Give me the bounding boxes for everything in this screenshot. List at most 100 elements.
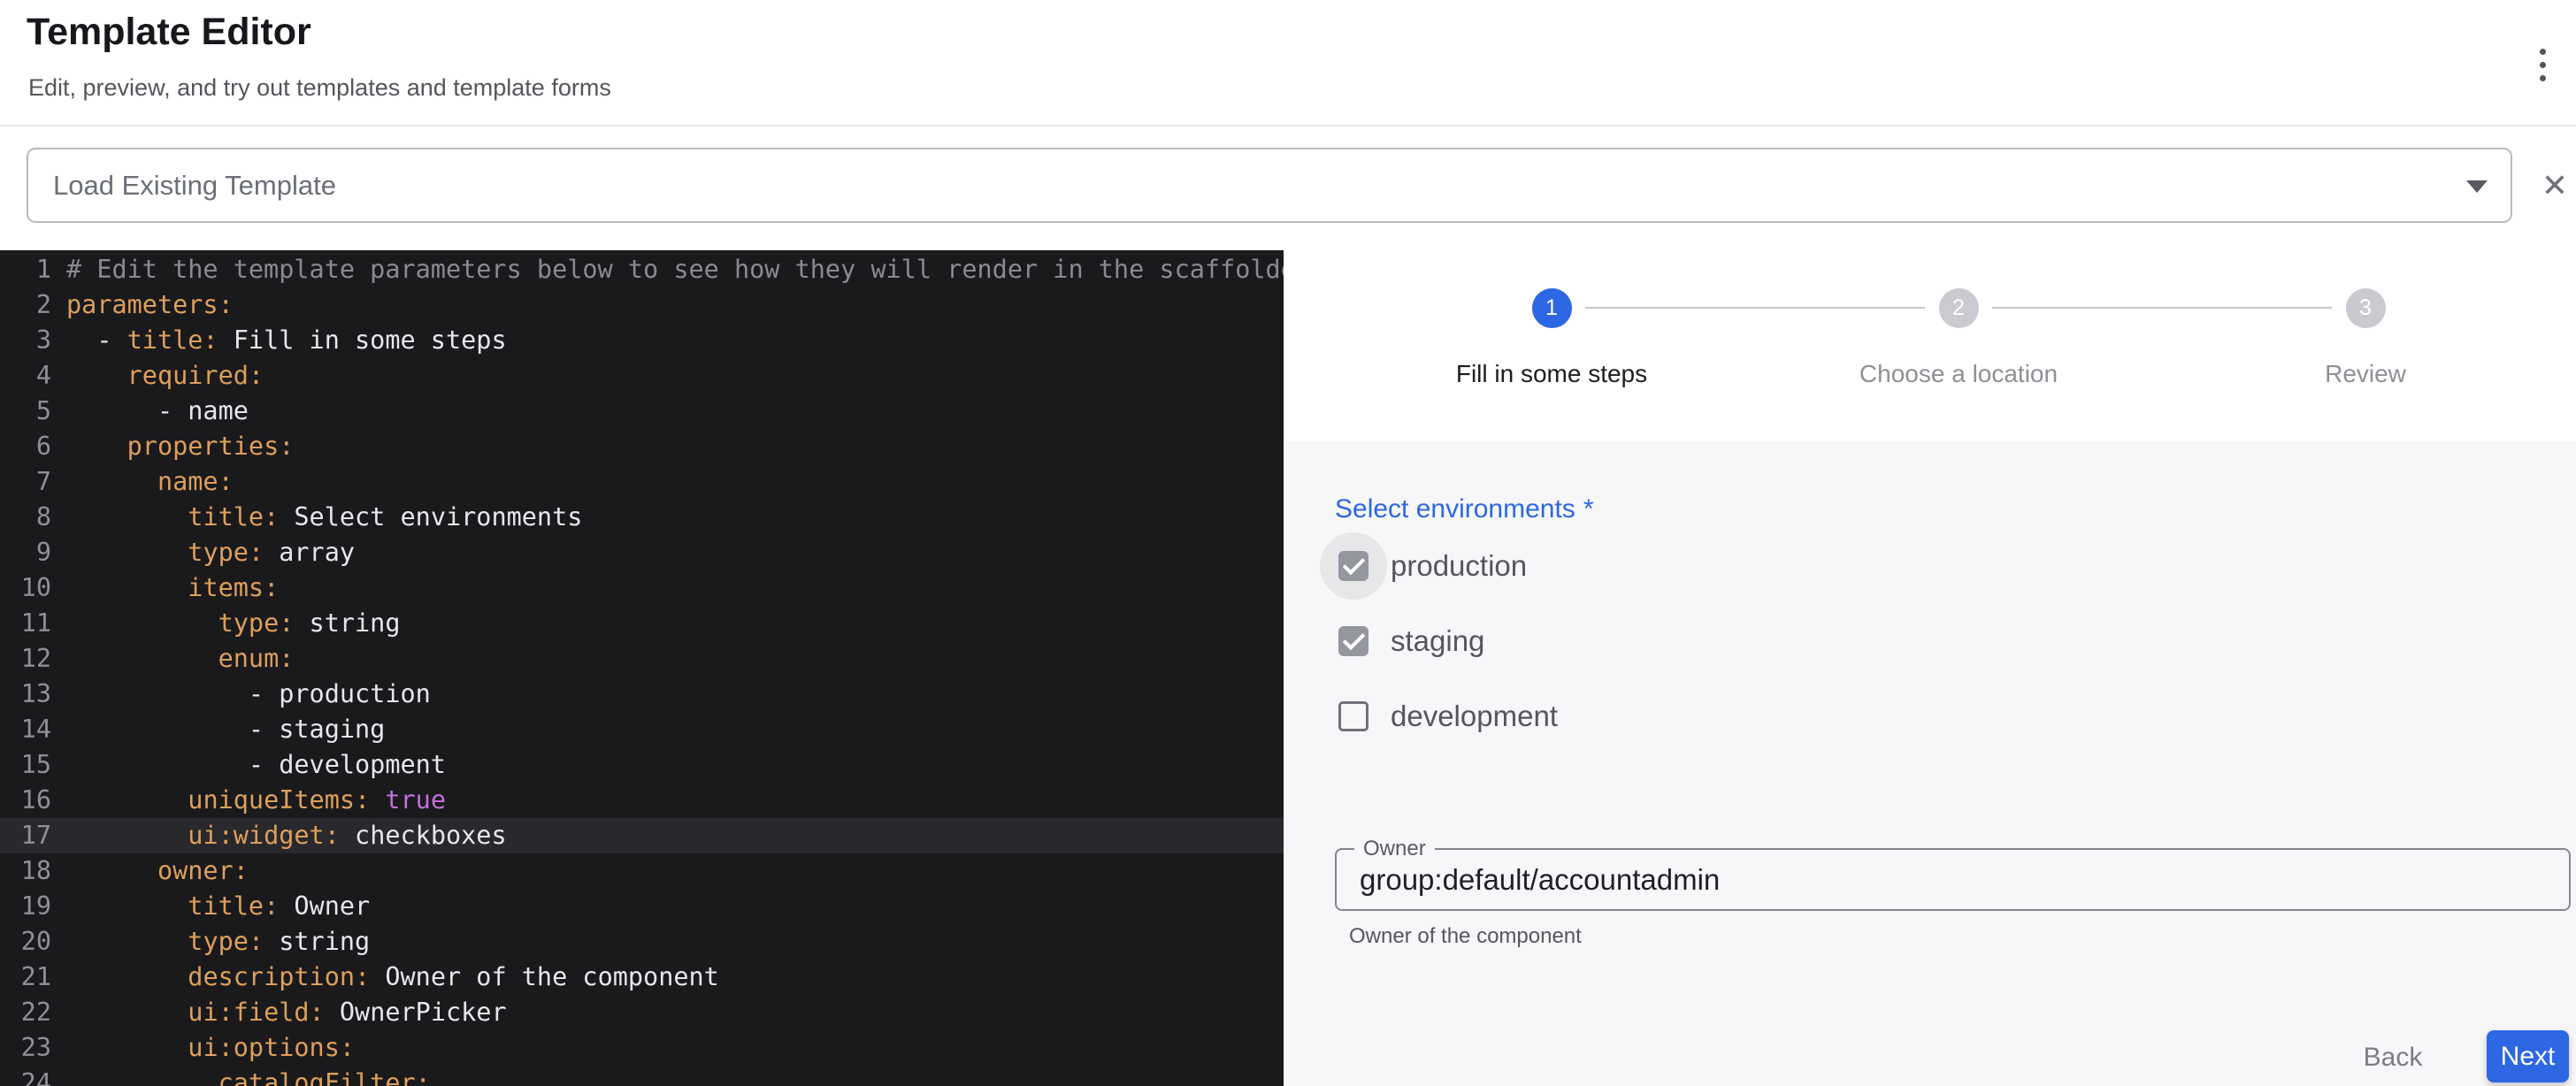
code-line-text: type: array xyxy=(66,535,355,570)
checkbox-checked-icon[interactable] xyxy=(1320,532,1387,600)
owner-input[interactable]: Owner group:default/accountadmin xyxy=(1335,848,2571,911)
checkbox-option-development[interactable]: development xyxy=(1320,683,1558,750)
step-label: Choose a location xyxy=(1755,360,2162,388)
code-line-text: ui:options: xyxy=(66,1030,355,1066)
line-number: 6 xyxy=(0,429,51,464)
checkbox-label: staging xyxy=(1391,624,1484,658)
line-number: 8 xyxy=(0,500,51,535)
load-template-placeholder: Load Existing Template xyxy=(53,170,336,202)
step-indicator-icon: 2 xyxy=(1939,288,1979,328)
step-3: 3 Review xyxy=(2162,288,2569,388)
code-line-text: properties: xyxy=(66,429,294,464)
checkbox-option-staging[interactable]: staging xyxy=(1320,608,1484,675)
header-divider xyxy=(0,125,2576,126)
code-line-text: items: xyxy=(66,570,279,606)
code-editor[interactable]: 1# Edit the template parameters below to… xyxy=(0,250,1284,1086)
code-line: 18 owner: xyxy=(0,853,1284,889)
code-line-text: name: xyxy=(66,464,234,500)
code-line: 16 uniqueItems: true xyxy=(0,783,1284,818)
line-number: 20 xyxy=(0,924,51,960)
next-button[interactable]: Next xyxy=(2487,1030,2569,1082)
code-line: 6 properties: xyxy=(0,429,1284,464)
kebab-dot xyxy=(2540,75,2546,81)
code-line-text: ui:field: OwnerPicker xyxy=(66,995,507,1030)
dropdown-caret-icon xyxy=(2466,180,2488,193)
kebab-menu-icon[interactable] xyxy=(2521,37,2564,92)
line-number: 15 xyxy=(0,747,51,783)
template-form: Select environments* production staging de… xyxy=(1284,441,2576,1086)
step-1: 1Fill in some steps xyxy=(1348,288,1755,388)
code-line-text: uniqueItems: true xyxy=(66,783,446,818)
line-number: 14 xyxy=(0,712,51,747)
code-line-text: enum: xyxy=(66,641,294,677)
line-number: 11 xyxy=(0,606,51,641)
owner-field-label: Owner xyxy=(1354,837,1435,861)
code-line-text: required: xyxy=(66,358,264,394)
checkbox[interactable] xyxy=(1338,701,1368,731)
line-number: 7 xyxy=(0,464,51,500)
code-line-text: title: Owner xyxy=(66,889,370,924)
code-line-text: catalogFilter: xyxy=(66,1066,431,1086)
code-line: 20 type: string xyxy=(0,924,1284,960)
close-icon[interactable]: ✕ xyxy=(2532,157,2576,214)
line-number: 1 xyxy=(0,252,51,287)
load-existing-template-select[interactable]: Load Existing Template xyxy=(27,148,2512,223)
environments-label-text: Select environments xyxy=(1335,494,1576,524)
step-label: Review xyxy=(2162,360,2569,388)
line-number: 12 xyxy=(0,641,51,677)
code-line-text: - development xyxy=(66,747,446,783)
line-number: 2 xyxy=(0,287,51,323)
owner-field-value: group:default/accountadmin xyxy=(1337,850,2569,909)
line-number: 19 xyxy=(0,889,51,924)
checkbox-checked-icon[interactable] xyxy=(1320,608,1387,675)
checkbox-option-production[interactable]: production xyxy=(1320,532,1527,600)
code-line-text: owner: xyxy=(66,853,249,889)
code-line: 23 ui:options: xyxy=(0,1030,1284,1066)
preview-pane: 1Fill in some steps 2 Choose a location 3 Re… xyxy=(1284,250,2576,1086)
line-number: 23 xyxy=(0,1030,51,1066)
code-line: 14 - staging xyxy=(0,712,1284,747)
owner-helper-text: Owner of the component xyxy=(1349,924,1582,949)
checkbox[interactable] xyxy=(1338,626,1368,656)
line-number: 22 xyxy=(0,995,51,1030)
step-indicator-icon: 3 xyxy=(2346,288,2386,328)
line-number: 24 xyxy=(0,1066,51,1086)
code-line: 13 - production xyxy=(0,677,1284,712)
page-title: Template Editor xyxy=(27,11,311,54)
line-number: 13 xyxy=(0,677,51,712)
checkbox-unchecked-icon[interactable] xyxy=(1320,683,1387,750)
line-number: 3 xyxy=(0,323,51,358)
line-number: 16 xyxy=(0,783,51,818)
code-line: 9 type: array xyxy=(0,535,1284,570)
code-line: 7 name: xyxy=(0,464,1284,500)
code-line: 15 - development xyxy=(0,747,1284,783)
code-line: 17 ui:widget: checkboxes xyxy=(0,818,1284,853)
kebab-dot xyxy=(2540,62,2546,68)
checkbox[interactable] xyxy=(1338,551,1368,581)
code-line-text: - staging xyxy=(66,712,385,747)
code-line: 21 description: Owner of the component xyxy=(0,960,1284,995)
checkbox-label: production xyxy=(1391,549,1527,583)
code-line-text: ui:widget: checkboxes xyxy=(66,818,507,853)
code-line-text: type: string xyxy=(66,606,401,641)
code-line: 5 - name xyxy=(0,394,1284,429)
line-number: 5 xyxy=(0,394,51,429)
code-line: 11 type: string xyxy=(0,606,1284,641)
kebab-dot xyxy=(2540,49,2546,55)
code-line-text: - name xyxy=(66,394,249,429)
code-line: 1# Edit the template parameters below to… xyxy=(0,252,1284,287)
line-number: 18 xyxy=(0,853,51,889)
line-number: 9 xyxy=(0,535,51,570)
code-line-text: description: Owner of the component xyxy=(66,960,719,995)
code-line: 24 catalogFilter: xyxy=(0,1066,1284,1086)
checkbox-label: development xyxy=(1391,700,1558,733)
line-number: 4 xyxy=(0,358,51,394)
line-number: 10 xyxy=(0,570,51,606)
code-line-text: - production xyxy=(66,677,431,712)
code-line: 19 title: Owner xyxy=(0,889,1284,924)
environments-label: Select environments* xyxy=(1335,494,1594,524)
page-subtitle: Edit, preview, and try out templates and… xyxy=(28,74,611,102)
back-button[interactable]: Back xyxy=(2350,1033,2435,1082)
stepper: 1Fill in some steps 2 Choose a location 3 Re… xyxy=(1284,250,2576,441)
step-indicator-icon: 1 xyxy=(1532,288,1572,328)
